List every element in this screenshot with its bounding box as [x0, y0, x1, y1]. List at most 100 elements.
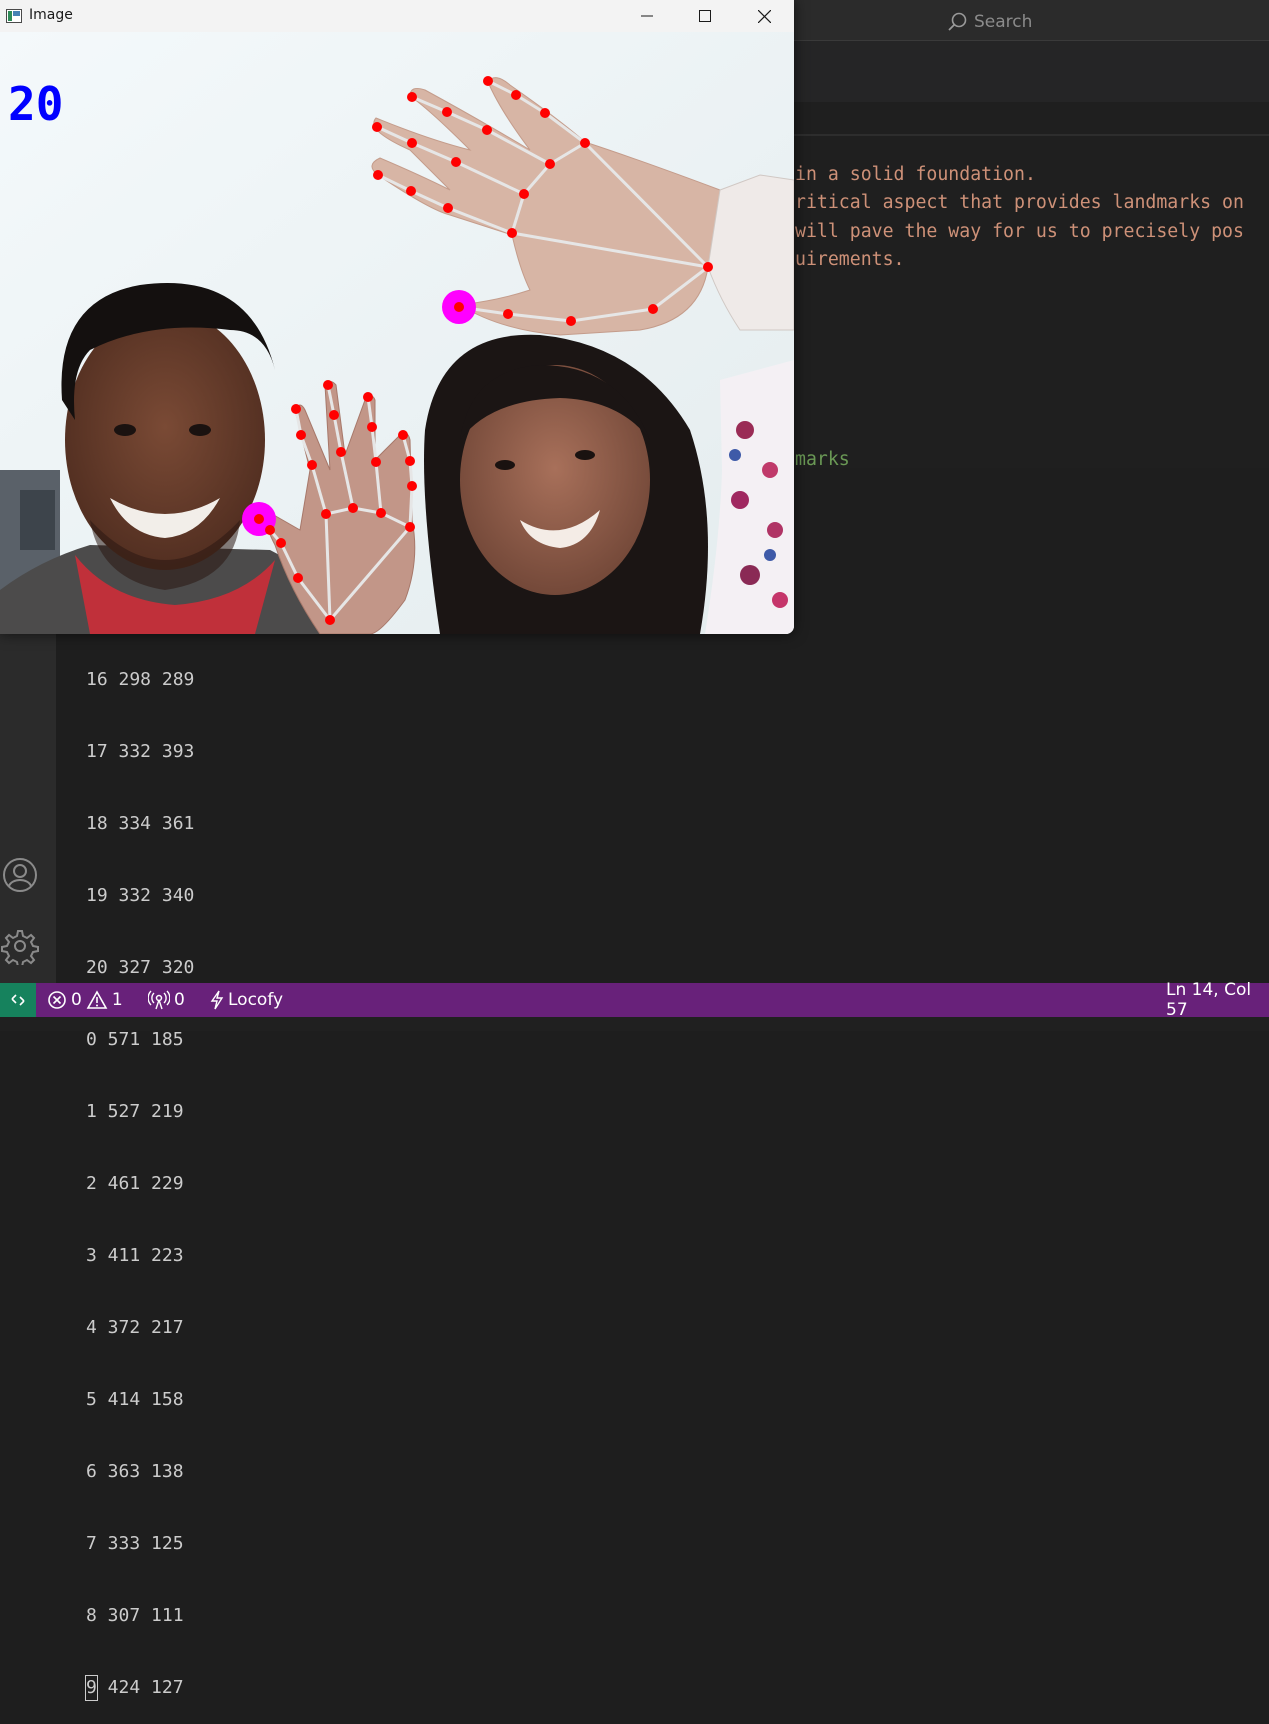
- person-right: [424, 334, 794, 634]
- landmark-point: [482, 125, 492, 135]
- ports-count: 0: [174, 990, 185, 1010]
- terminal-line-current: 9 424 127: [85, 1675, 194, 1701]
- landmark-point: [325, 615, 335, 625]
- terminal-line: 19 332 340: [86, 885, 195, 906]
- problems-indicator[interactable]: 0 1: [47, 983, 123, 1017]
- landmark-point: [407, 92, 417, 102]
- close-icon: [757, 9, 771, 23]
- landmark-point: [443, 203, 453, 213]
- editor-line: in a solid foundation.: [795, 164, 1036, 185]
- terminal-line: 0 571 185: [86, 1029, 184, 1050]
- error-icon: [48, 991, 66, 1009]
- landmark-point: [451, 157, 461, 167]
- fps-counter: 20: [8, 77, 63, 131]
- lightning-icon: [210, 990, 224, 1010]
- remote-icon: [11, 994, 25, 1006]
- close-button[interactable]: [735, 0, 793, 32]
- extension-label: Locofy: [228, 990, 284, 1010]
- window-title: Image: [29, 7, 73, 23]
- landmark-point: [373, 170, 383, 180]
- landmark-point: [291, 404, 301, 414]
- landmark-point: [507, 228, 517, 238]
- landmark-point: [329, 410, 339, 420]
- landmark-point: [398, 430, 408, 440]
- landmark-point: [405, 522, 415, 532]
- landmark-point: [483, 76, 493, 86]
- search-label: Search: [974, 12, 1033, 32]
- landmark-point: [519, 189, 529, 199]
- landmark-point: [254, 514, 264, 524]
- landmark-point: [296, 430, 306, 440]
- landmark-connection: [408, 485, 414, 528]
- landmark-point: [363, 392, 373, 402]
- landmark-point: [407, 481, 417, 491]
- landmark-point: [580, 138, 590, 148]
- cursor-position[interactable]: Ln 14, Col 57: [1166, 980, 1269, 1020]
- landmark-point: [323, 380, 333, 390]
- editor-line: uirements.: [795, 249, 905, 270]
- landmark-point: [566, 316, 576, 326]
- editor-line: will pave the way for us to precisely po…: [795, 221, 1244, 242]
- terminal-cursor: 9: [85, 1675, 98, 1701]
- landmark-point: [442, 107, 452, 117]
- account-icon[interactable]: [0, 855, 40, 895]
- landmark-point: [511, 90, 521, 100]
- terminal-line: 2 461 229: [86, 1173, 184, 1194]
- activity-bar: [0, 634, 56, 983]
- locofy-extension[interactable]: Locofy: [210, 983, 283, 1017]
- landmark-point: [540, 108, 550, 118]
- search-icon: [948, 12, 967, 31]
- landmark-point: [454, 302, 464, 312]
- landmark-point: [336, 447, 346, 457]
- landmark-point: [503, 309, 513, 319]
- landmark-point: [293, 573, 303, 583]
- app-icon: [6, 9, 22, 23]
- landmark-point: [307, 460, 317, 470]
- landmark-point: [265, 525, 275, 535]
- image-window[interactable]: Image 20: [0, 0, 794, 634]
- landmark-point: [405, 456, 415, 466]
- terminal-line: 16 298 289: [86, 669, 195, 690]
- warning-count: 1: [111, 990, 123, 1010]
- webcam-frame: 20: [0, 32, 794, 634]
- landmark-point: [321, 509, 331, 519]
- status-bar: 0 1 0 Locofy Ln 14, Col 57: [0, 980, 1269, 1020]
- minimize-icon: [641, 15, 653, 17]
- landmark-point: [406, 186, 416, 196]
- terminal-line: 17 332 393: [86, 741, 195, 762]
- landmark-point: [276, 538, 286, 548]
- landmark-point: [407, 138, 417, 148]
- command-center-search[interactable]: Search: [946, 7, 1269, 37]
- broadcast-icon: [148, 990, 170, 1010]
- remote-indicator[interactable]: [0, 983, 36, 1017]
- terminal-line-rest: 424 127: [96, 1677, 184, 1698]
- landmark-point: [367, 422, 377, 432]
- editor-line: ritical aspect that provides landmarks o…: [795, 192, 1244, 213]
- ports-indicator[interactable]: 0: [148, 983, 185, 1017]
- terminal-line: 20 327 320: [86, 957, 195, 978]
- cursor-position-label: Ln 14, Col 57: [1166, 980, 1252, 1020]
- landmark-point: [703, 262, 713, 272]
- terminal-line: 3 411 223: [86, 1245, 184, 1266]
- image-window-titlebar[interactable]: Image: [0, 0, 794, 32]
- terminal-line: 5 414 158: [86, 1389, 184, 1410]
- editor-line-comment: marks: [795, 449, 850, 470]
- terminal-line: 4 372 217: [86, 1317, 184, 1338]
- error-count: 0: [71, 990, 82, 1010]
- maximize-icon: [699, 10, 711, 22]
- terminal-line: 6 363 138: [86, 1461, 184, 1482]
- terminal-line: 8 307 111: [86, 1605, 184, 1626]
- settings-gear-icon[interactable]: [0, 926, 40, 966]
- landmark-point: [371, 457, 381, 467]
- landmark-point: [648, 304, 658, 314]
- terminal-line: 1 527 219: [86, 1101, 184, 1122]
- landmark-point: [348, 503, 358, 513]
- terminal-output: 16 298 289 17 332 393 18 334 361 19 332 …: [85, 620, 195, 1724]
- landmark-point: [545, 159, 555, 169]
- minimize-button[interactable]: [618, 0, 676, 32]
- taskbar-edge: [0, 1017, 1269, 1031]
- terminal-line: 18 334 361: [86, 813, 195, 834]
- maximize-button[interactable]: [676, 0, 734, 32]
- landmark-point: [376, 508, 386, 518]
- landmark-point: [372, 122, 382, 132]
